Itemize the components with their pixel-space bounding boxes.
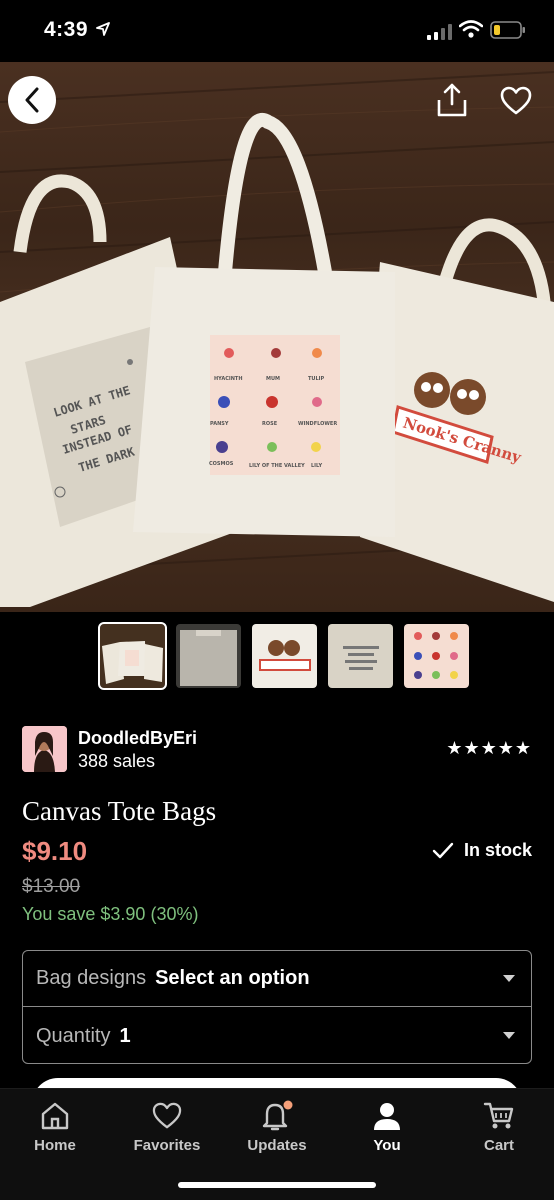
svg-text:LILY: LILY [311, 463, 322, 469]
tab-cart[interactable]: Cart [454, 1099, 544, 1154]
home-indicator[interactable] [178, 1182, 376, 1188]
heart-icon[interactable] [500, 86, 532, 116]
sale-price: $9.10 [22, 836, 88, 866]
quantity-value: 1 [119, 1024, 131, 1047]
svg-text:MUM: MUM [266, 376, 280, 382]
thumbnail-2[interactable] [176, 624, 241, 688]
thumbnail-3[interactable] [252, 624, 317, 688]
tab-you-label: You [373, 1137, 401, 1154]
notification-dot [283, 1100, 293, 1110]
cart-icon [483, 1102, 514, 1129]
tab-updates-label: Updates [247, 1137, 307, 1154]
tab-updates[interactable]: Updates [232, 1099, 322, 1154]
share-icon[interactable] [436, 82, 468, 118]
chevron-down-icon [503, 1032, 515, 1039]
listing-title: Canvas Tote Bags [22, 796, 217, 826]
person-icon [374, 1103, 400, 1130]
chevron-left-icon [25, 87, 39, 113]
tab-home[interactable]: Home [10, 1099, 100, 1154]
svg-text:HYACINTH: HYACINTH [214, 376, 243, 382]
wifi-icon [459, 20, 483, 38]
status-time: 4:39 [44, 18, 89, 41]
quantity-label: Quantity [36, 1024, 111, 1047]
heart-icon [152, 1102, 182, 1129]
svg-text:WINDFLOWER: WINDFLOWER [298, 421, 337, 427]
bag-designs-label: Bag designs [36, 967, 147, 989]
svg-text:LILY OF THE VALLEY: LILY OF THE VALLEY [249, 463, 305, 469]
chevron-down-icon [503, 975, 515, 982]
status-bar: 4:39 [0, 0, 554, 62]
svg-text:TULIP: TULIP [308, 376, 325, 382]
checkmark-icon [432, 842, 454, 858]
stock-status: In stock [432, 840, 532, 861]
bag-designs-value: Select an option [155, 967, 310, 989]
image-thumbnails [98, 622, 469, 690]
thumbnail-1[interactable] [98, 622, 167, 690]
svg-text:COSMOS: COSMOS [209, 461, 234, 467]
tab-favorites-label: Favorites [133, 1137, 201, 1154]
svg-text:ROSE: ROSE [262, 421, 278, 427]
tab-favorites[interactable]: Favorites [122, 1099, 212, 1154]
stock-label: In stock [463, 840, 532, 860]
bag-designs-select[interactable]: Bag designs Select an option [23, 951, 531, 1007]
tote-bag-flowers: HYACINTH MUM TULIP PANSY ROSE WINDFLOWER… [133, 113, 395, 537]
tab-home-label: Home [34, 1137, 76, 1154]
home-icon [41, 1102, 69, 1130]
battery-icon [490, 21, 525, 39]
quantity-select[interactable]: Quantity 1 [23, 1008, 531, 1064]
original-price: $13.00 [22, 876, 81, 897]
wood-table-background: LOOK AT THE STARS INSTEAD OF THE DARK No… [0, 71, 554, 607]
seller-row[interactable]: DoodledByEri 388 sales ★★★★★ [22, 726, 532, 774]
seller-avatar[interactable] [22, 726, 67, 772]
seller-sales-count: 388 sales [78, 751, 156, 771]
bell-icon [262, 1100, 293, 1131]
thumbnail-4[interactable] [328, 624, 393, 688]
seller-name[interactable]: DoodledByEri [78, 728, 197, 749]
svg-text:PANSY: PANSY [210, 421, 229, 427]
variation-options: Bag designs Select an option Quantity 1 [22, 950, 532, 1064]
tab-cart-label: Cart [483, 1137, 514, 1154]
savings-text: You save $3.90 (30%) [22, 904, 199, 924]
back-button[interactable] [8, 76, 56, 124]
location-arrow-icon [96, 22, 110, 36]
tab-you[interactable]: You [342, 1099, 432, 1154]
rating-stars[interactable]: ★★★★★ [446, 738, 532, 759]
cellular-signal-icon [427, 24, 452, 40]
thumbnail-5[interactable] [404, 624, 469, 688]
product-photo[interactable]: LOOK AT THE STARS INSTEAD OF THE DARK No… [0, 62, 554, 612]
